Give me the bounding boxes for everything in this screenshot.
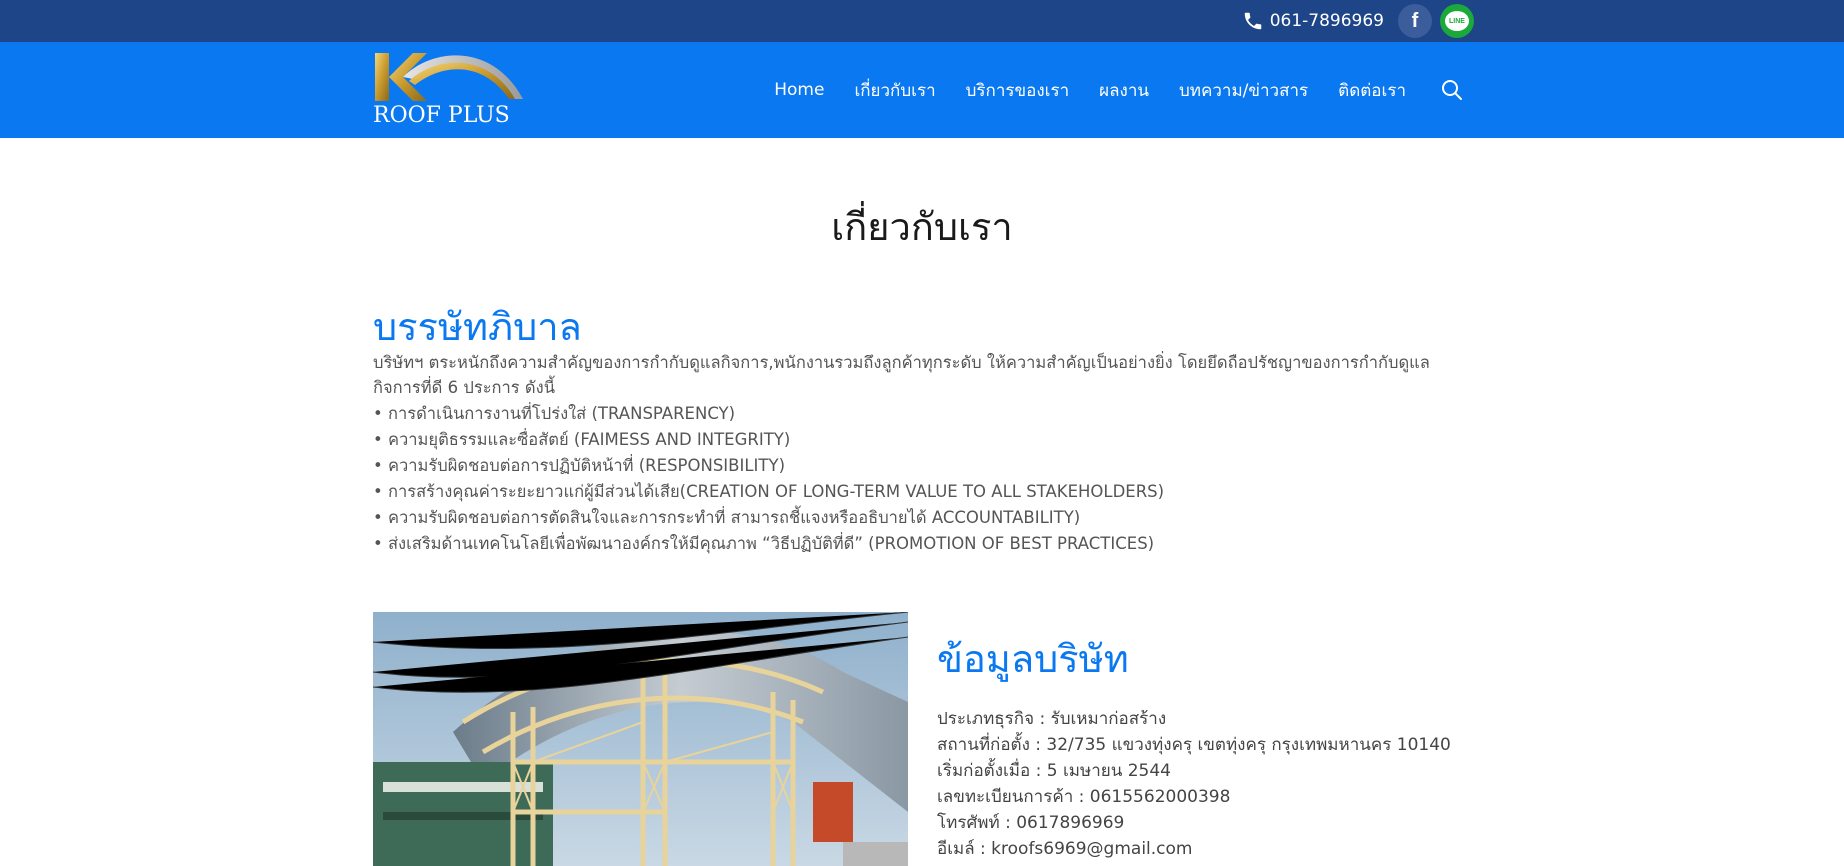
facebook-icon: f [1411, 9, 1419, 32]
company-email[interactable]: อีเมล์ : kroofs6969@gmail.com [937, 836, 1451, 862]
nav-articles[interactable]: บทความ/ข่าวสาร [1179, 77, 1308, 104]
line-icon-label: LINE [1449, 17, 1465, 25]
main-navbar: ROOF PLUS Home เกี่ยวกับเรา บริการของเรา… [0, 42, 1844, 138]
phone-number: 061-7896969 [1269, 11, 1384, 31]
logo-text: ROOF PLUS [373, 103, 510, 128]
phone-icon [1244, 12, 1261, 30]
company-address: สถานที่ก่อตั้ง : 32/735 แขวงทุ่งครุ เขตท… [937, 735, 1451, 755]
governance-list: • การดำเนินการงานที่โปร่งใส่ (TRANSPAREN… [373, 401, 1164, 557]
logo-emblem [375, 53, 523, 101]
nav-home[interactable]: Home [774, 80, 824, 100]
list-item: • ความรับผิดชอบต่อการตัดสินใจและการกระทำ… [373, 508, 1081, 527]
roof-structure-image [373, 612, 908, 866]
top-contact-bar: 061-7896969 f LINE [1242, 0, 1474, 42]
roof-structure-photo [373, 612, 908, 866]
company-business-type: ประเภทธุรกิจ : รับเหมาก่อสร้าง [937, 709, 1167, 729]
nav-contact[interactable]: ติดต่อเรา [1338, 77, 1406, 104]
main-menu: Home เกี่ยวกับเรา บริการของเรา ผลงาน บทค… [744, 42, 1464, 138]
phone-link[interactable]: 061-7896969 [1242, 10, 1384, 32]
list-item: • ความรับผิดชอบต่อการปฏิบัติหน้าที่ (RES… [373, 456, 786, 475]
governance-intro: บริษัทฯ ตระหนักถึงความสำคัญของการกำกับดู… [373, 353, 1430, 397]
facebook-button[interactable]: f [1398, 4, 1432, 38]
list-item: • การสร้างคุณค่าระยะยาวแก่ผู้มีส่วนได้เส… [373, 482, 1165, 501]
line-icon: LINE [1445, 11, 1469, 31]
list-item: • ส่งเสริมด้านเทคโนโลยีเพื่อพัฒนาองค์กรใ… [373, 534, 1155, 553]
company-registration: เลขทะเบียนการค้า : 0615562000398 [937, 787, 1231, 807]
nav-services[interactable]: บริการของเรา [966, 77, 1070, 104]
governance-title: บรรษัทภิบาล [373, 305, 582, 349]
list-item: • การดำเนินการงานที่โปร่งใส่ (TRANSPAREN… [373, 404, 736, 423]
site-logo[interactable]: ROOF PLUS [373, 47, 528, 133]
top-bar: 061-7896969 f LINE [0, 0, 1844, 42]
company-founded: เริ่มก่อตั้งเมื่อ : 5 เมษายน 2544 [937, 761, 1171, 781]
line-button[interactable]: LINE [1440, 4, 1474, 38]
search-icon[interactable] [1440, 78, 1464, 102]
company-info-list: ประเภทธุรกิจ : รับเหมาก่อสร้าง สถานที่ก่… [937, 706, 1451, 862]
company-info-title: ข้อมูลบริษัท [937, 637, 1129, 681]
nav-about[interactable]: เกี่ยวกับเรา [854, 77, 935, 104]
list-item: • ความยุติธรรมและซื่อสัตย์ (FAIMESS AND … [373, 430, 791, 449]
company-phone: โทรศัพท์ : 0617896969 [937, 813, 1125, 833]
page-title: เกี่ยวกับเรา [831, 205, 1013, 249]
nav-portfolio[interactable]: ผลงาน [1099, 77, 1149, 104]
